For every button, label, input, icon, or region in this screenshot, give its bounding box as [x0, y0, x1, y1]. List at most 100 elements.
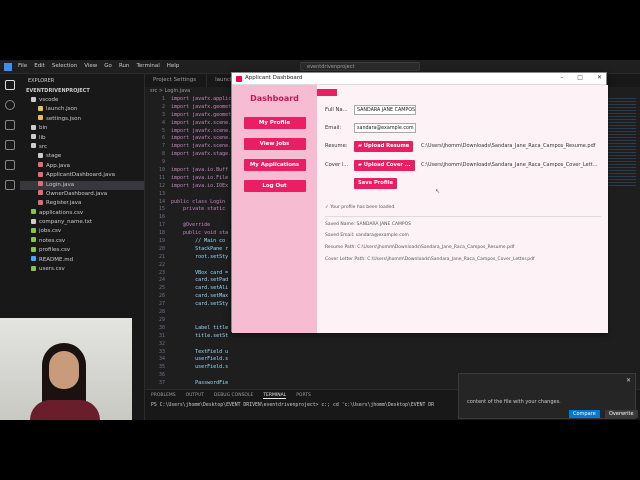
- command-search-input[interactable]: eventdrivenproject: [300, 62, 420, 71]
- panel-tab-problems[interactable]: PROBLEMS: [151, 393, 176, 399]
- my-profile-button[interactable]: My Profile: [243, 117, 306, 129]
- file-tree-item[interactable]: App.java: [20, 162, 144, 171]
- file-name: README.md: [39, 256, 74, 263]
- search-icon[interactable]: [5, 100, 15, 110]
- view-jobs-button[interactable]: View Jobs: [243, 138, 306, 150]
- breadcrumb: src > Login.java: [150, 88, 191, 94]
- file-tree-item[interactable]: jobs.csv: [20, 227, 144, 236]
- file-icon: [31, 134, 36, 140]
- testing-icon[interactable]: [5, 180, 15, 190]
- file-tree-item[interactable]: ApplicantDashboard.java: [20, 171, 144, 180]
- file-name: ApplicantDashboard.java: [46, 172, 115, 179]
- fullname-field[interactable]: SANDARA JANE CAMPOS: [354, 105, 416, 115]
- line-number: 30: [158, 324, 165, 331]
- email-field[interactable]: sandara@example.com: [354, 123, 416, 133]
- panel-tab-terminal[interactable]: TERMINAL: [263, 393, 287, 399]
- editor-tab[interactable]: Project Settings: [145, 74, 208, 87]
- menu-go[interactable]: Go: [104, 63, 112, 69]
- file-tree-item[interactable]: OwnerDashboard.java: [20, 190, 144, 199]
- file-tree: vscode launch.json settings.json bin lib src s…: [20, 96, 144, 274]
- my-applications-button[interactable]: My Applications: [243, 159, 306, 171]
- upload-resume-label: Upload Resume: [363, 143, 410, 149]
- menu-run[interactable]: Run: [119, 63, 130, 69]
- file-name: notes.csv: [39, 237, 66, 244]
- compare-button[interactable]: Compare: [569, 410, 600, 418]
- menu-edit[interactable]: Edit: [34, 63, 45, 69]
- file-name: applications.csv: [39, 209, 84, 216]
- save-profile-button[interactable]: Save Profile: [354, 178, 398, 189]
- file-icon: [38, 199, 43, 205]
- file-tree-item[interactable]: Register.java: [20, 199, 144, 208]
- line-number: 4: [161, 119, 165, 126]
- file-tree-item[interactable]: stage: [20, 152, 144, 161]
- file-tree-item[interactable]: company_name.txt: [20, 218, 144, 227]
- java-app-icon: [236, 76, 242, 82]
- code-text: card.setSty: [171, 301, 229, 308]
- file-icon: [38, 181, 43, 187]
- presenter-body: [30, 400, 100, 420]
- menu-terminal[interactable]: Terminal: [136, 63, 159, 69]
- panel-tab-ports[interactable]: PORTS: [296, 393, 311, 399]
- close-window-button[interactable]: ✕: [597, 74, 602, 81]
- file-icon: [38, 171, 43, 177]
- source-control-icon[interactable]: [5, 120, 15, 130]
- code-text: import javafx.scene.: [171, 143, 232, 150]
- file-tree-item[interactable]: src: [20, 143, 144, 152]
- menu-file[interactable]: File: [18, 63, 27, 69]
- menu-view[interactable]: View: [84, 63, 97, 69]
- code-text: import javafx.scene.: [171, 127, 232, 134]
- run-debug-icon[interactable]: [5, 140, 15, 150]
- file-icon: [31, 143, 36, 149]
- file-tree-item[interactable]: vscode: [20, 96, 144, 105]
- file-icon: [38, 105, 43, 111]
- file-icon: [31, 124, 36, 130]
- line-number: 36: [158, 372, 165, 379]
- line-number: 10: [158, 167, 165, 174]
- menu-selection[interactable]: Selection: [52, 63, 77, 69]
- profile-panel: Full Na... SANDARA JANE CAMPOS Email: sa…: [317, 85, 608, 333]
- overwrite-button[interactable]: Overwrite: [605, 410, 638, 418]
- file-icon: [31, 237, 36, 243]
- file-name: OwnerDashboard.java: [46, 190, 108, 197]
- file-tree-item[interactable]: settings.json: [20, 115, 144, 124]
- divider: [325, 216, 601, 217]
- resume-label: Resume:: [325, 143, 348, 149]
- minimize-button[interactable]: –: [560, 74, 563, 81]
- panel-tab-output[interactable]: OUTPUT: [186, 393, 204, 399]
- code-text: import javafx.scene.: [171, 135, 232, 142]
- sidebar-title: Dashboard: [250, 94, 299, 103]
- log-out-button[interactable]: Log Out: [243, 180, 306, 192]
- webcam-overlay: [0, 318, 132, 420]
- file-tree-item[interactable]: notes.csv: [20, 237, 144, 246]
- project-folder[interactable]: EVENTDRIVENPROJECT: [20, 88, 144, 96]
- line-number: 37: [158, 380, 165, 387]
- file-tree-item[interactable]: launch.json: [20, 105, 144, 114]
- close-icon[interactable]: ✕: [626, 377, 631, 384]
- file-tree-item[interactable]: users.csv: [20, 265, 144, 274]
- file-tree-item[interactable]: applications.csv: [20, 209, 144, 218]
- file-name: stage: [46, 153, 62, 160]
- saved-cover: Cover Letter Path: C:\Users\jhomm\Downlo…: [325, 257, 535, 262]
- line-number: 28: [158, 309, 165, 316]
- upload-cover-button[interactable]: ▰ Upload Cover ...: [354, 160, 415, 171]
- line-number: 20: [158, 245, 165, 252]
- files-icon[interactable]: [5, 80, 15, 90]
- file-name: company_name.txt: [39, 219, 93, 226]
- maximize-button[interactable]: □: [577, 74, 583, 81]
- file-tree-item[interactable]: bin: [20, 124, 144, 133]
- extensions-icon[interactable]: [5, 160, 15, 170]
- code-line: 34 userField.s: [145, 356, 640, 364]
- line-number: 22: [158, 261, 165, 268]
- file-tree-item[interactable]: Login.java: [20, 180, 144, 190]
- menu-help[interactable]: Help: [167, 63, 180, 69]
- code-text: card.setPad: [171, 277, 229, 284]
- code-text: // Main co: [171, 238, 226, 245]
- file-tree-item[interactable]: lib: [20, 134, 144, 143]
- upload-resume-button[interactable]: ▰ Upload Resume: [354, 141, 414, 152]
- code-text: TextField u: [171, 348, 229, 355]
- file-tree-item[interactable]: README.md: [20, 256, 144, 265]
- file-tree-item[interactable]: profiles.csv: [20, 246, 144, 255]
- panel-tab-debug-console[interactable]: DEBUG CONSOLE: [214, 393, 253, 399]
- file-icon: [38, 190, 43, 196]
- line-number: 35: [158, 364, 165, 371]
